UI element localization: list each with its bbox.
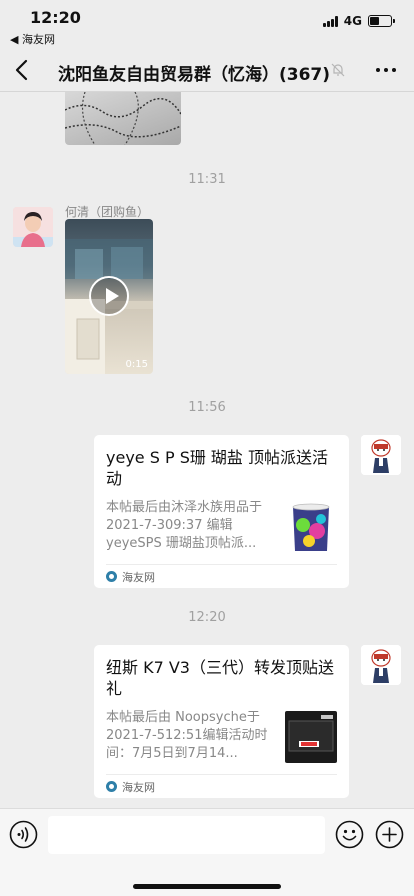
link-card[interactable]: 纽斯 K7 V3（三代）转发顶贴送礼 本帖最后由 Noopsyche于 2021…	[94, 645, 349, 798]
card-description: 本帖最后由 Noopsyche于 2021-7-512:51编辑活动时间：7月5…	[106, 710, 268, 761]
chat-messages[interactable]: 11:31 何清（团购鱼） 0:15 11:56 yeye S P S珊 瑚盐 …	[0, 92, 414, 808]
signal-icon	[322, 15, 338, 27]
my-avatar[interactable]	[361, 645, 401, 685]
link-card[interactable]: yeye S P S珊 瑚盐 顶帖派送活动 本帖最后由沐泽水族用品于 2021-…	[94, 435, 349, 588]
card-description: 本帖最后由沐泽水族用品于 2021-7-309:37 编辑 yeyeSPS 珊瑚…	[106, 500, 263, 551]
chat-title: 沈阳鱼友自由贸易群（忆海）(367)	[58, 65, 331, 85]
battery-icon	[368, 15, 395, 27]
mute-bell-icon	[331, 63, 345, 77]
voice-icon[interactable]	[9, 820, 38, 849]
app-logo-icon	[106, 571, 117, 582]
status-time: 12:20	[30, 8, 81, 27]
image-message[interactable]	[65, 92, 181, 145]
status-indicators: 4G	[322, 14, 395, 28]
timestamp: 11:56	[188, 400, 226, 415]
card-source: 海友网	[122, 570, 155, 584]
card-title: yeye S P S珊 瑚盐 顶帖派送活动	[106, 448, 329, 488]
back-to-app-link[interactable]: ◀ 海友网	[10, 31, 55, 47]
card-footer: 海友网	[106, 774, 337, 798]
network-type: 4G	[343, 14, 362, 28]
home-indicator	[133, 884, 281, 889]
timestamp: 11:31	[188, 172, 226, 187]
status-bar: 12:20 ◀ 海友网 4G	[0, 0, 414, 50]
plus-icon[interactable]	[375, 820, 404, 849]
more-dots-icon[interactable]	[376, 68, 396, 72]
timestamp: 12:20	[188, 610, 226, 625]
sender-avatar[interactable]	[13, 207, 53, 247]
emoji-icon[interactable]	[335, 820, 364, 849]
chat-header: 沈阳鱼友自由贸易群（忆海）(367)	[0, 50, 414, 92]
card-footer: 海友网	[106, 564, 337, 588]
message-input[interactable]	[48, 816, 325, 854]
product-thumbnail	[285, 711, 337, 763]
back-arrow-icon[interactable]	[12, 57, 34, 83]
card-title: 纽斯 K7 V3（三代）转发顶贴送礼	[106, 658, 334, 698]
video-message[interactable]: 0:15	[65, 219, 153, 374]
sender-name: 何清（团购鱼）	[65, 205, 150, 219]
input-bar	[0, 808, 414, 896]
video-duration: 0:15	[125, 359, 148, 370]
play-icon[interactable]	[89, 276, 129, 316]
card-source: 海友网	[122, 780, 155, 794]
product-thumbnail	[285, 501, 337, 553]
my-avatar[interactable]	[361, 435, 401, 475]
app-logo-icon	[106, 781, 117, 792]
